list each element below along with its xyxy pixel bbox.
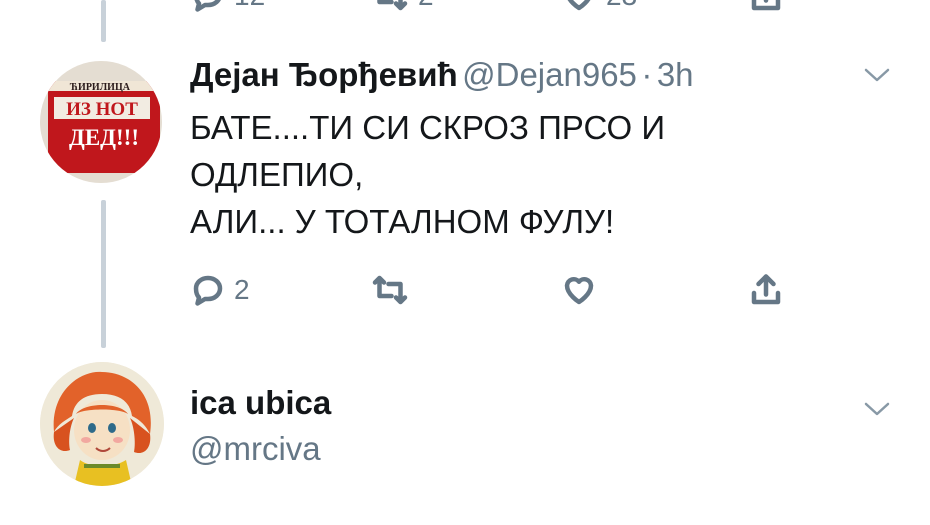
chevron-down-icon xyxy=(864,402,890,416)
bottom-more-button[interactable] xyxy=(862,398,892,425)
retweet-icon xyxy=(372,275,408,305)
avatar-sign-image: ЋИРИЛИЦА ИЗ НОТ ДЕД!!! xyxy=(48,81,160,173)
reply-like-action[interactable] xyxy=(560,272,598,308)
bottom-display-name[interactable]: ica ubica xyxy=(190,384,331,422)
reply-reply-action[interactable]: 2 xyxy=(190,272,250,308)
reply-more-button[interactable] xyxy=(862,64,892,91)
retweet-icon xyxy=(377,0,408,11)
svg-text:ЋИРИЛИЦА: ЋИРИЛИЦА xyxy=(69,82,131,93)
share-icon xyxy=(751,274,781,305)
reply-share-action[interactable] xyxy=(748,272,784,308)
like-icon xyxy=(564,276,594,305)
reply-text: БАТЕ....ТИ СИ СКРОЗ ПРСО И ОДЛЕПИО, АЛИ.… xyxy=(190,104,665,245)
thread-line-top xyxy=(101,0,106,42)
like-icon xyxy=(567,0,591,11)
top-retweet-count: 2 xyxy=(418,0,434,12)
chevron-down-icon xyxy=(864,68,890,82)
reply-avatar[interactable]: ЋИРИЛИЦА ИЗ НОТ ДЕД!!! xyxy=(40,61,162,183)
reply-retweet-action[interactable] xyxy=(370,272,410,308)
reply-icon xyxy=(193,275,223,306)
reply-handle[interactable]: @Dejan965 xyxy=(462,56,637,93)
reply-reply-count: 2 xyxy=(234,274,250,305)
reply-text-line: ОДЛЕПИО, xyxy=(190,156,364,193)
top-retweet-action[interactable]: 2 xyxy=(370,0,434,14)
reply-timestamp[interactable]: 3h xyxy=(657,56,694,93)
top-share-action[interactable] xyxy=(748,0,784,14)
reply-display-name[interactable]: Дејан Ђорђевић xyxy=(190,56,458,93)
bottom-avatar[interactable] xyxy=(40,362,164,486)
reply-icon xyxy=(194,0,221,12)
thread-line-middle xyxy=(101,200,106,348)
top-like-action[interactable]: 23 xyxy=(560,0,637,14)
reply-text-line: БАТЕ....ТИ СИ СКРОЗ ПРСО И xyxy=(190,109,666,146)
share-icon xyxy=(751,0,781,11)
top-like-count: 23 xyxy=(606,0,637,12)
top-reply-action[interactable]: 12 xyxy=(190,0,265,14)
top-reply-count: 12 xyxy=(234,0,265,12)
reply-separator: · xyxy=(641,56,653,93)
reply-text-line: АЛИ... У ТОТАЛНОМ ФУЛУ! xyxy=(190,203,615,240)
svg-text:ДЕД!!!: ДЕД!!! xyxy=(69,125,139,150)
bottom-handle[interactable]: @mrciva xyxy=(190,430,321,468)
svg-text:ИЗ НОТ: ИЗ НОТ xyxy=(66,99,138,120)
reply-header: Дејан Ђорђевић @Dejan965 · 3h xyxy=(190,56,694,94)
avatar-girl-illustration xyxy=(40,362,164,486)
